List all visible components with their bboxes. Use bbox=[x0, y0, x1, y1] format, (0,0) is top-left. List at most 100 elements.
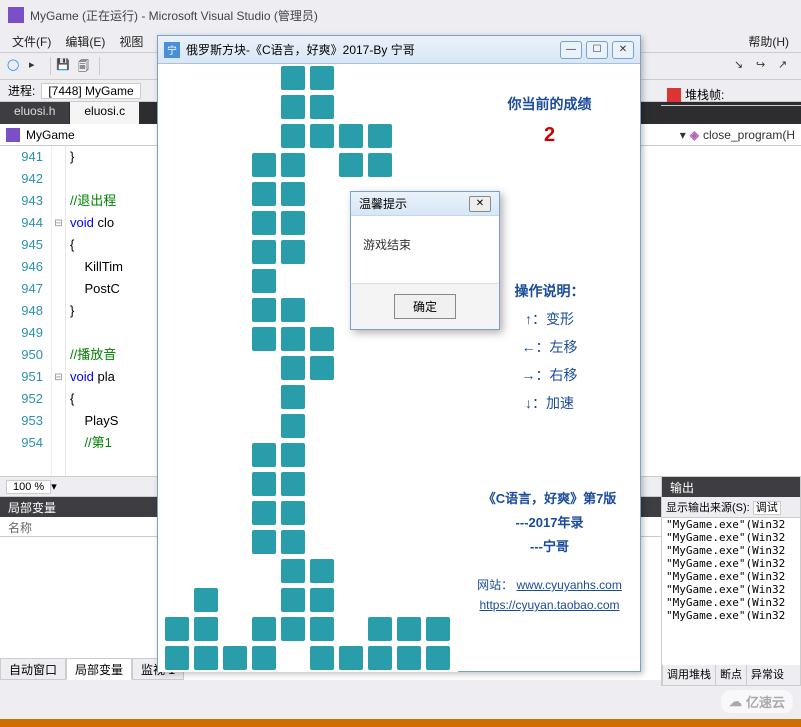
tetris-block bbox=[250, 441, 278, 469]
output-lines[interactable]: "MyGame.exe"(Win32"MyGame.exe"(Win32"MyG… bbox=[662, 518, 800, 622]
site-url[interactable]: www.cyuyanhs.com bbox=[516, 578, 621, 592]
shop-url[interactable]: https://cyuyan.taobao.com bbox=[464, 595, 635, 615]
watermark-text: 亿速云 bbox=[746, 692, 785, 711]
tetris-block bbox=[279, 151, 307, 179]
watermark: ☁ 亿速云 bbox=[721, 690, 793, 713]
output-panel: 输出 显示输出来源(S): 调试 "MyGame.exe"(Win32"MyGa… bbox=[661, 476, 801, 686]
tetris-block bbox=[279, 238, 307, 266]
menu-edit[interactable]: 编辑(E) bbox=[59, 31, 111, 52]
tetris-block bbox=[279, 180, 307, 208]
tetris-block bbox=[308, 93, 336, 121]
score-label: 你当前的成绩 bbox=[464, 94, 635, 114]
step-over-icon[interactable]: ↪ bbox=[755, 57, 773, 75]
tetris-block bbox=[308, 586, 336, 614]
minimize-icon[interactable]: — bbox=[560, 41, 582, 59]
tetris-block bbox=[308, 354, 336, 382]
tetris-block bbox=[250, 267, 278, 295]
fold-gutter[interactable]: ⊟⊟ bbox=[52, 146, 66, 476]
tetris-block bbox=[163, 644, 191, 672]
book-line1: 《C语言，好爽》第7版 bbox=[464, 487, 635, 511]
tab-auto[interactable]: 自动窗口 bbox=[0, 658, 66, 680]
dialog-ok-button[interactable]: 确定 bbox=[394, 294, 456, 319]
tetris-block bbox=[337, 122, 365, 150]
menu-help[interactable]: 帮助(H) bbox=[742, 31, 795, 52]
menu-file[interactable]: 文件(F) bbox=[6, 31, 57, 52]
output-title: 输出 bbox=[662, 477, 800, 497]
tetris-block bbox=[395, 644, 423, 672]
close-icon[interactable]: ✕ bbox=[612, 41, 634, 59]
zoom-dropdown-icon[interactable]: ▾ bbox=[51, 480, 57, 493]
tetris-block bbox=[279, 528, 307, 556]
tab-exceptions[interactable]: 异常设 bbox=[746, 665, 788, 685]
output-source-label: 显示输出来源(S): bbox=[666, 502, 750, 514]
dropdown-chevron-icon[interactable]: ▾ bbox=[680, 128, 686, 142]
stackframe-label: 堆栈帧: bbox=[685, 86, 724, 103]
maximize-icon[interactable]: ☐ bbox=[586, 41, 608, 59]
tetris-window: 宁 俄罗斯方块-《C语言，好爽》2017-By 宁哥 — ☐ ✕ 你当前的成绩 … bbox=[157, 35, 641, 672]
tetris-block bbox=[221, 644, 249, 672]
tab-callstack[interactable]: 调用堆栈 bbox=[662, 665, 715, 685]
dialog-close-icon[interactable]: ✕ bbox=[469, 196, 491, 212]
tab-locals[interactable]: 局部变量 bbox=[66, 658, 132, 680]
tetris-block bbox=[250, 470, 278, 498]
vs-titlebar: MyGame (正在运行) - Microsoft Visual Studio … bbox=[0, 0, 801, 30]
step-out-icon[interactable]: ↗ bbox=[777, 57, 795, 75]
breadcrumb-project[interactable]: MyGame bbox=[26, 128, 75, 142]
tetris-block bbox=[250, 528, 278, 556]
score-value: 2 bbox=[464, 124, 635, 147]
tab-eluosi-c[interactable]: eluosi.c bbox=[70, 102, 139, 124]
book-line2: ---2017年录 bbox=[464, 511, 635, 535]
tetris-block bbox=[163, 615, 191, 643]
zoom-value[interactable]: 100 % bbox=[6, 480, 51, 494]
tetris-playfield bbox=[158, 64, 458, 672]
tetris-block bbox=[250, 325, 278, 353]
breadcrumb-function[interactable]: close_program(H bbox=[703, 128, 795, 142]
tetris-block bbox=[308, 64, 336, 92]
instr-right: →：右移 bbox=[464, 361, 635, 389]
tetris-block bbox=[250, 209, 278, 237]
output-source-combo[interactable]: 调试 bbox=[753, 501, 781, 515]
tetris-titlebar[interactable]: 宁 俄罗斯方块-《C语言，好爽》2017-By 宁哥 — ☐ ✕ bbox=[158, 36, 640, 64]
tetris-block bbox=[424, 644, 452, 672]
process-label: 进程: bbox=[8, 82, 35, 99]
tetris-block bbox=[279, 354, 307, 382]
book-info: 《C语言，好爽》第7版 ---2017年录 ---宁哥 bbox=[464, 487, 635, 559]
tetris-block bbox=[395, 615, 423, 643]
stop-icon[interactable] bbox=[667, 88, 681, 102]
tetris-block bbox=[279, 470, 307, 498]
output-source-row: 显示输出来源(S): 调试 bbox=[662, 497, 800, 518]
func-icon: ◈ bbox=[690, 128, 699, 142]
tetris-block bbox=[308, 122, 336, 150]
tab-eluosi-h[interactable]: eluosi.h bbox=[0, 102, 69, 124]
tetris-block bbox=[366, 644, 394, 672]
process-value[interactable]: [7448] MyGame bbox=[41, 83, 140, 99]
tetris-block bbox=[366, 615, 394, 643]
site-label: 网站： bbox=[477, 578, 513, 592]
tetris-block bbox=[192, 586, 220, 614]
tetris-block bbox=[250, 180, 278, 208]
nav-back-icon[interactable]: ◯ bbox=[6, 57, 24, 75]
code-lines[interactable]: }//退出程void clo{ KillTim PostC}//播放音void … bbox=[66, 146, 123, 476]
output-bottom-tabs: 调用堆栈 断点 异常设 bbox=[662, 665, 800, 685]
line-gutter: 9419429439449459469479489499509519529539… bbox=[0, 146, 52, 476]
tab-breakpoints[interactable]: 断点 bbox=[715, 665, 746, 685]
save-icon[interactable]: 💾 bbox=[55, 57, 73, 75]
tetris-block bbox=[250, 296, 278, 324]
links: 网站： www.cyuyanhs.com https://cyuyan.taob… bbox=[464, 575, 635, 615]
tetris-block bbox=[192, 615, 220, 643]
toolbar-separator bbox=[50, 57, 51, 75]
tetris-block bbox=[337, 151, 365, 179]
tetris-block bbox=[192, 644, 220, 672]
dialog-titlebar[interactable]: 温馨提示 ✕ bbox=[351, 192, 499, 216]
step-into-icon[interactable]: ↘ bbox=[733, 57, 751, 75]
toolbar-separator-2 bbox=[99, 57, 100, 75]
tetris-block bbox=[250, 615, 278, 643]
nav-fwd-icon[interactable]: ▸ bbox=[28, 57, 46, 75]
vs-icon bbox=[8, 7, 24, 23]
tetris-block bbox=[279, 296, 307, 324]
save-all-icon[interactable]: 🗐 bbox=[77, 57, 95, 75]
menu-view[interactable]: 视图 bbox=[113, 31, 149, 52]
tetris-block bbox=[279, 122, 307, 150]
status-bar bbox=[0, 719, 801, 727]
tetris-app-icon: 宁 bbox=[164, 42, 180, 58]
